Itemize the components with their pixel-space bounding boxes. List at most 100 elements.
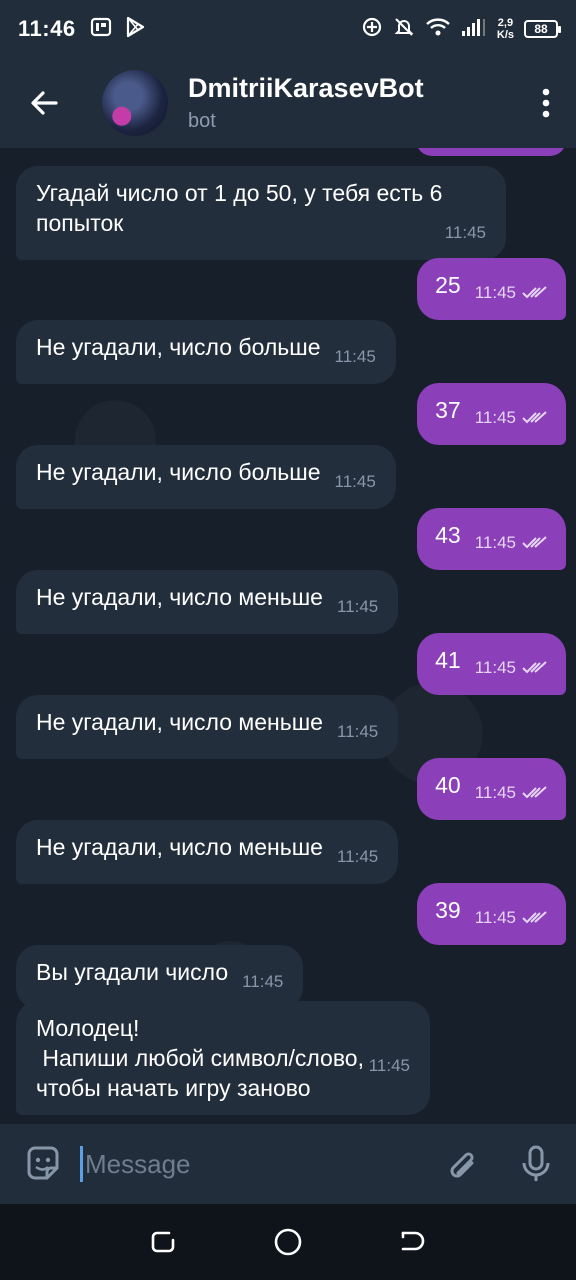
message-text: Молодец! Напиши любой символ/слово, чтоб… (36, 1015, 364, 1101)
double-check-icon (522, 911, 547, 924)
message-meta: 11:45 (337, 842, 378, 872)
status-bar: 11:46 2,9 K/s 88 (0, 0, 576, 58)
network-speed-unit: K/s (496, 29, 514, 41)
system-navigation-bar (0, 1204, 576, 1280)
more-vertical-icon (542, 88, 550, 118)
message-time: 11:45 (368, 1056, 410, 1075)
chat-title-block[interactable]: DmitriiKarasevBot bot (188, 73, 424, 133)
message-meta: 11:45 (337, 717, 378, 747)
status-left-icons (90, 16, 146, 43)
double-check-icon (522, 661, 547, 674)
message-text: Не угадали, число меньше (36, 584, 323, 610)
double-check-icon (522, 536, 547, 549)
message-text: 40 (435, 772, 461, 798)
message-bubble-incoming[interactable]: Вы угадали число 11:45 (16, 945, 304, 1009)
app-notification-icon (90, 16, 112, 43)
message-text: Не угадали, число меньше (36, 834, 323, 860)
double-check-icon (522, 786, 547, 799)
arrow-left-icon (31, 91, 58, 115)
message-meta: 11:45 (369, 1051, 410, 1081)
attach-button[interactable] (426, 1124, 496, 1204)
message-text: 41 (435, 647, 461, 673)
text-cursor (80, 1146, 83, 1182)
message-bubble-outgoing[interactable]: 41 11:45 (417, 633, 566, 695)
message-bubble-incoming[interactable]: Не угадали, число меньше 11:45 (16, 570, 399, 634)
sticker-icon (27, 1146, 59, 1180)
message-meta: 11:45 (475, 903, 548, 933)
message-text: Не угадали, число больше (36, 459, 321, 485)
message-bubble-incoming[interactable]: Не угадали, число меньше 11:45 (16, 820, 399, 884)
message-text: 37 (435, 397, 461, 423)
avatar[interactable] (102, 70, 168, 136)
message-bubble-outgoing[interactable]: 40 11:45 (417, 758, 566, 820)
network-speed: 2,9 K/s (497, 17, 514, 41)
recents-icon (151, 1231, 174, 1253)
message-time: 11:45 (336, 597, 379, 616)
message-meta: 11:45 (475, 653, 548, 683)
message-text: Угадай число от 1 до 50, у тебя есть 6 п… (36, 180, 443, 236)
chat-header: DmitriiKarasevBot bot (0, 58, 576, 148)
microphone-icon (522, 1145, 550, 1181)
message-text: 25 (435, 272, 461, 298)
message-time: 11:45 (474, 783, 516, 802)
emoji-button[interactable] (0, 1124, 86, 1204)
message-meta: 11:45 (335, 467, 376, 497)
message-bubble-incoming[interactable]: Не угадали, число больше 11:45 (16, 445, 396, 509)
message-bubble-incoming[interactable]: Не угадали, число меньше 11:45 (16, 695, 399, 759)
message-input[interactable] (85, 1148, 425, 1180)
chat-area[interactable]: Угадай число от 1 до 50, у тебя есть 6 п… (0, 148, 576, 1124)
home-button[interactable] (258, 1212, 318, 1272)
message-bubble-incoming[interactable]: Угадай число от 1 до 50, у тебя есть 6 п… (16, 166, 506, 260)
message-text: Не угадали, число меньше (36, 709, 323, 735)
status-time: 11:46 (18, 16, 76, 41)
recents-button[interactable] (133, 1212, 193, 1272)
message-bubble-outgoing[interactable]: 39 11:45 (417, 883, 566, 945)
signal-icon (461, 16, 487, 43)
message-meta: 11:45 (445, 218, 486, 248)
more-menu-button[interactable] (516, 58, 576, 148)
mute-bell-icon (393, 16, 415, 43)
message-time: 11:45 (242, 972, 284, 991)
network-speed-value: 2,9 (497, 17, 514, 29)
message-text: Не угадали, число больше (36, 334, 321, 360)
data-saver-icon (361, 16, 383, 43)
double-check-icon (522, 286, 547, 299)
wifi-icon (425, 16, 451, 43)
message-meta: 11:45 (475, 778, 548, 808)
message-time: 11:45 (336, 847, 379, 866)
chat-title: DmitriiKarasevBot (188, 73, 424, 103)
chat-subtitle: bot (188, 110, 216, 132)
message-time: 11:45 (334, 472, 376, 491)
message-time: 11:45 (474, 908, 516, 927)
microphone-button[interactable] (496, 1124, 576, 1204)
message-time: 11:45 (474, 533, 516, 552)
message-time: 11:45 (474, 408, 516, 427)
message-meta: 11:45 (337, 592, 378, 622)
message-text: Вы угадали число (36, 959, 229, 985)
message-bubble-outgoing[interactable]: 37 11:45 (417, 383, 566, 445)
message-time: 11:45 (334, 347, 376, 366)
message-bubble-incoming[interactable]: Не угадали, число больше 11:45 (16, 320, 396, 384)
message-time: 11:45 (474, 283, 516, 302)
status-right-icons: 2,9 K/s 88 (361, 16, 561, 43)
message-bubble-outgoing[interactable]: 43 11:45 (417, 508, 566, 570)
message-time: 11:45 (336, 722, 379, 741)
message-text: 39 (435, 897, 461, 923)
play-store-icon (124, 16, 146, 43)
home-icon (274, 1228, 302, 1256)
message-text: 43 (435, 522, 461, 548)
message-bubble-outgoing[interactable]: 25 11:45 (417, 258, 566, 320)
message-meta: 11:45 (475, 278, 548, 308)
back-nav-button[interactable] (383, 1212, 443, 1272)
message-time: 11:45 (474, 658, 516, 677)
double-check-icon (522, 411, 547, 424)
paperclip-icon (450, 1152, 474, 1178)
message-bubble-incoming[interactable]: Молодец! Напиши любой символ/слово, чтоб… (16, 1001, 430, 1115)
battery-indicator: 88 (524, 20, 561, 38)
back-button[interactable] (0, 58, 88, 148)
message-meta: 11:45 (335, 342, 376, 372)
previous-message-bubble (416, 148, 566, 156)
message-time: 11:45 (444, 223, 486, 242)
message-meta: 11:45 (475, 528, 548, 558)
back-nav-icon (402, 1231, 425, 1251)
